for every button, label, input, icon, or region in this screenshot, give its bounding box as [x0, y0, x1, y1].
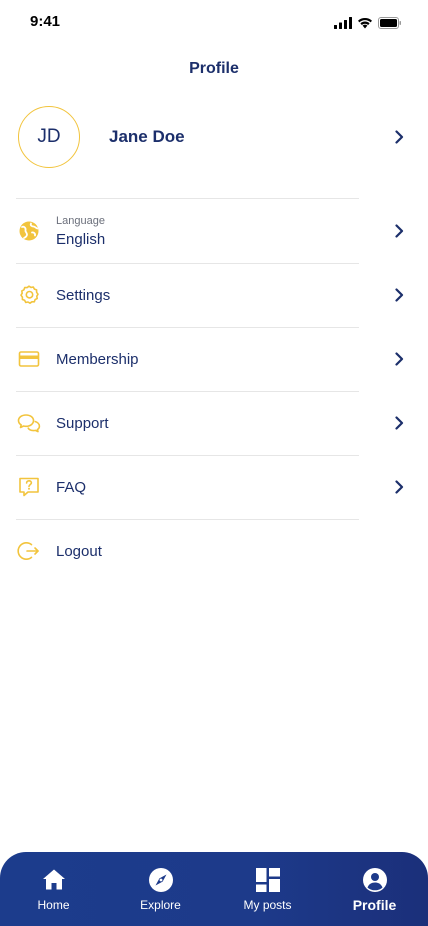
nav-label: Explore: [140, 898, 181, 912]
question-message-icon: [16, 474, 42, 500]
chevron-right-icon: [394, 129, 404, 145]
chevron-right-icon: [394, 415, 404, 431]
status-bar: 9:41: [0, 0, 428, 44]
menu-item-logout[interactable]: Logout: [16, 519, 412, 583]
nav-label: Home: [37, 898, 70, 912]
chat-bubbles-icon: [16, 410, 42, 436]
menu-item-support[interactable]: Support: [16, 391, 412, 455]
wifi-icon: [357, 16, 373, 34]
profile-name: Jane Doe: [109, 127, 185, 146]
chevron-right-icon: [394, 287, 404, 303]
menu-item-logout-text: Logout: [56, 543, 412, 560]
menu-label: Settings: [56, 286, 111, 304]
profile-row[interactable]: JD Jane Doe: [18, 104, 412, 170]
logout-icon: [16, 538, 42, 564]
menu-item-settings[interactable]: Settings: [16, 263, 412, 327]
nav-item-my-posts[interactable]: My posts: [214, 852, 321, 912]
nav-label: Profile: [352, 897, 397, 913]
avatar: JD: [18, 106, 80, 168]
signal-icon: [334, 16, 352, 34]
status-time: 9:41: [30, 13, 61, 30]
chevron-right-icon: [394, 351, 404, 367]
chevron-right-icon: [394, 223, 404, 239]
grid-icon: [254, 866, 282, 894]
battery-icon: [378, 16, 402, 34]
card-icon: [16, 346, 42, 372]
user-circle-icon: [361, 866, 389, 894]
page-title: Profile: [189, 60, 239, 77]
profile-screen: 9:41 Profile JD Jane Doe Language Englis…: [0, 0, 428, 926]
menu-label: English: [56, 230, 106, 248]
menu-label: Membership: [56, 350, 139, 368]
menu-item-language-text: Language English: [56, 215, 394, 248]
menu-label: FAQ: [56, 478, 87, 496]
compass-icon: [147, 866, 175, 894]
nav-item-profile[interactable]: Profile: [321, 852, 428, 913]
menu-label: Support: [56, 414, 109, 432]
gear-icon: [16, 282, 42, 308]
nav-item-explore[interactable]: Explore: [107, 852, 214, 912]
menu-item-faq[interactable]: FAQ: [16, 455, 412, 519]
menu-item-language[interactable]: Language English: [16, 198, 412, 264]
nav-item-home[interactable]: Home: [0, 852, 107, 912]
nav-label: My posts: [243, 898, 292, 912]
home-icon: [40, 866, 68, 894]
bottom-nav: Home Explore My posts Profile: [0, 852, 428, 926]
globe-icon: [16, 218, 42, 244]
menu-item-membership-text: Membership: [56, 351, 394, 368]
menu-caption: Language: [56, 214, 105, 227]
menu-item-membership[interactable]: Membership: [16, 327, 412, 391]
menu-label: Logout: [56, 542, 102, 560]
menu-item-faq-text: FAQ: [56, 479, 394, 496]
menu-item-support-text: Support: [56, 415, 394, 432]
chevron-right-icon: [394, 479, 404, 495]
status-icons: [334, 16, 402, 34]
menu-item-settings-text: Settings: [56, 287, 394, 304]
avatar-initials: JD: [37, 126, 61, 147]
